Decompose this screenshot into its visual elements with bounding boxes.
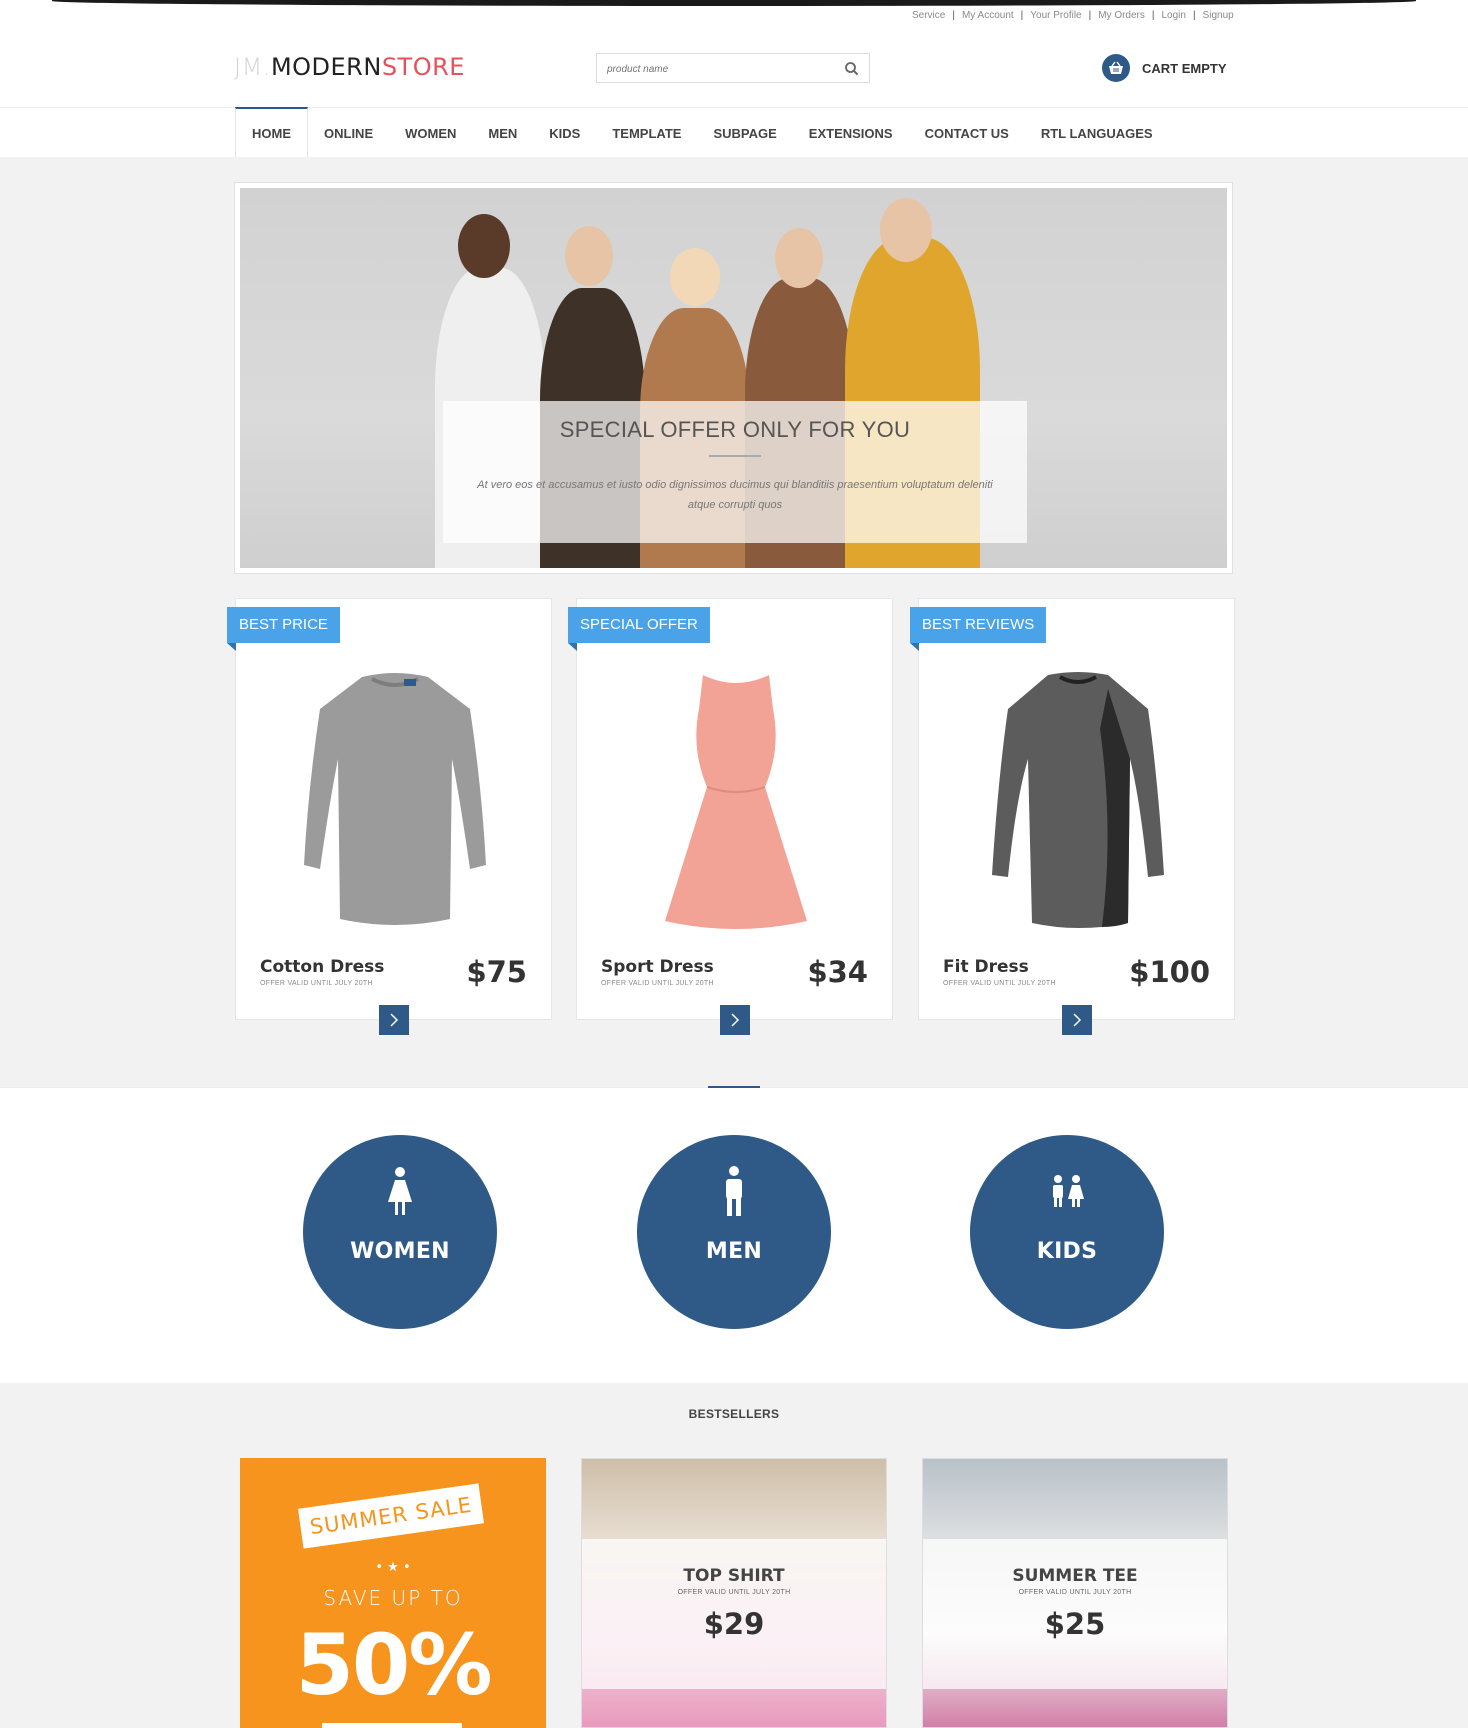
search-input[interactable] [607, 60, 827, 78]
category-men[interactable]: MEN [637, 1135, 831, 1329]
hero-hair [458, 214, 510, 278]
hero-head [775, 228, 823, 288]
nav-item-online[interactable]: ONLINE [308, 108, 389, 158]
main-nav: HOME ONLINE WOMEN MEN KIDS TEMPLATE SUBP… [0, 107, 1468, 158]
product-badge: BEST REVIEWS [910, 607, 1047, 651]
hero-slider: SPECIAL OFFER ONLY FOR YOU At vero eos e… [234, 182, 1233, 574]
top-link-service[interactable]: Service [912, 10, 945, 21]
top-edge-bar [52, 0, 1416, 6]
logo-modern: MODERN [270, 53, 382, 81]
product-name[interactable]: Cotton Dress [260, 957, 384, 977]
bestseller-offer-text: OFFER VALID UNTIL JULY 20TH [1018, 1589, 1132, 1596]
hero-head [565, 226, 613, 286]
nav-item-kids[interactable]: KIDS [533, 108, 596, 158]
bestsellers-title: BESTSELLERS [688, 1407, 780, 1421]
product-price: $75 [466, 955, 527, 989]
logo-store: STORE [381, 53, 465, 81]
hero-head [880, 198, 932, 262]
kids-icon [970, 1163, 1164, 1219]
top-link-your-profile[interactable]: Your Profile [1030, 10, 1081, 21]
sale-ribbon: SUMMER SALE [298, 1483, 484, 1549]
chevron-right-icon[interactable] [720, 1005, 750, 1035]
woman-icon [303, 1163, 497, 1219]
hero-head [670, 248, 720, 306]
product-badge: BEST PRICE [227, 607, 340, 651]
nav-item-women[interactable]: WOMEN [389, 108, 472, 158]
category-kids[interactable]: KIDS [970, 1135, 1164, 1329]
cart[interactable]: CART EMPTY [1102, 54, 1227, 82]
nav-item-subpage[interactable]: SUBPAGE [697, 108, 792, 158]
cart-label: CART EMPTY [1142, 60, 1227, 76]
bestseller-summer-tee[interactable]: SUMMER TEE OFFER VALID UNTIL JULY 20TH $… [922, 1458, 1228, 1728]
category-label: MEN [705, 1239, 763, 1264]
product-price: $100 [1129, 955, 1210, 989]
chevron-right-icon[interactable] [1062, 1005, 1092, 1035]
product-offer-text: OFFER VALID UNTIL JULY 20TH [601, 980, 714, 987]
product-card-cotton-dress[interactable]: BEST PRICE Cotton Dress OFFER VALID UNTI… [227, 598, 552, 1035]
hero-image: SPECIAL OFFER ONLY FOR YOU At vero eos e… [240, 188, 1227, 568]
nav-item-contact-us[interactable]: CONTACT US [909, 108, 1025, 158]
sale-percent: 50% [295, 1616, 492, 1714]
bestseller-price: $29 [703, 1607, 765, 1641]
product-offer-text: OFFER VALID UNTIL JULY 20TH [943, 980, 1056, 987]
product-offer-text: OFFER VALID UNTIL JULY 20TH [260, 980, 373, 987]
nav-item-template[interactable]: TEMPLATE [596, 108, 697, 158]
category-women[interactable]: WOMEN [303, 1135, 497, 1329]
bestseller-offer-text: OFFER VALID UNTIL JULY 20TH [677, 1589, 791, 1596]
product-image[interactable] [276, 664, 513, 944]
product-image[interactable] [617, 664, 854, 944]
category-label: KIDS [1036, 1239, 1098, 1264]
product-card-fit-dress[interactable]: BEST REVIEWS Fit Dress OFFER VALID UNTIL… [910, 598, 1235, 1035]
top-links: Service | My Account | Your Profile | My Or… [912, 10, 1234, 21]
product-name[interactable]: Sport Dress [601, 957, 714, 977]
hero-caption: SPECIAL OFFER ONLY FOR YOU At vero eos e… [443, 401, 1027, 543]
nav-item-men[interactable]: MEN [472, 108, 533, 158]
site-header: JM.MODERNSTORE CART EMPTY [0, 40, 1468, 108]
chevron-right-icon[interactable] [379, 1005, 409, 1035]
hero-divider [709, 455, 761, 457]
sale-banner-text: SUMMER SALE [308, 1492, 474, 1540]
bestseller-name[interactable]: TOP SHIRT [582, 1566, 886, 1586]
star-icon: • ★ • [375, 1560, 411, 1575]
sale-save-text: SAVE UP TO [323, 1586, 463, 1610]
top-link-login[interactable]: Login [1162, 10, 1186, 21]
sale-stripe [322, 1723, 462, 1728]
section-divider [708, 1086, 760, 1088]
product-image[interactable] [959, 664, 1196, 944]
category-label: WOMEN [350, 1239, 450, 1264]
nav-item-home[interactable]: HOME [235, 107, 308, 158]
nav-item-extensions[interactable]: EXTENSIONS [793, 108, 909, 158]
man-icon [637, 1163, 831, 1219]
product-price: $34 [807, 955, 868, 989]
product-badge: SPECIAL OFFER [568, 607, 710, 651]
hero-text: At vero eos et accusamus et iusto odio d… [477, 479, 993, 511]
top-link-signup[interactable]: Signup [1203, 10, 1234, 21]
nav-item-rtl-languages[interactable]: RTL LANGUAGES [1025, 108, 1169, 158]
bestseller-top-shirt[interactable]: TOP SHIRT OFFER VALID UNTIL JULY 20TH $2… [581, 1458, 887, 1728]
bestseller-price: $25 [1044, 1607, 1106, 1641]
search-icon[interactable] [843, 60, 861, 78]
site-logo[interactable]: JM.MODERNSTORE [234, 53, 465, 81]
top-link-my-orders[interactable]: My Orders [1098, 10, 1145, 21]
search-box [596, 53, 870, 83]
product-name[interactable]: Fit Dress [943, 957, 1029, 977]
summer-sale-banner[interactable]: SUMMER SALE • ★ • SAVE UP TO 50% [240, 1458, 546, 1728]
bestseller-name[interactable]: SUMMER TEE [923, 1566, 1227, 1586]
product-card-sport-dress[interactable]: SPECIAL OFFER Sport Dress OFFER VALID UN… [568, 598, 893, 1035]
hero-title: SPECIAL OFFER ONLY FOR YOU [559, 417, 911, 442]
logo-prefix: JM [234, 53, 263, 81]
basket-icon[interactable] [1102, 54, 1130, 82]
top-link-my-account[interactable]: My Account [962, 10, 1014, 21]
